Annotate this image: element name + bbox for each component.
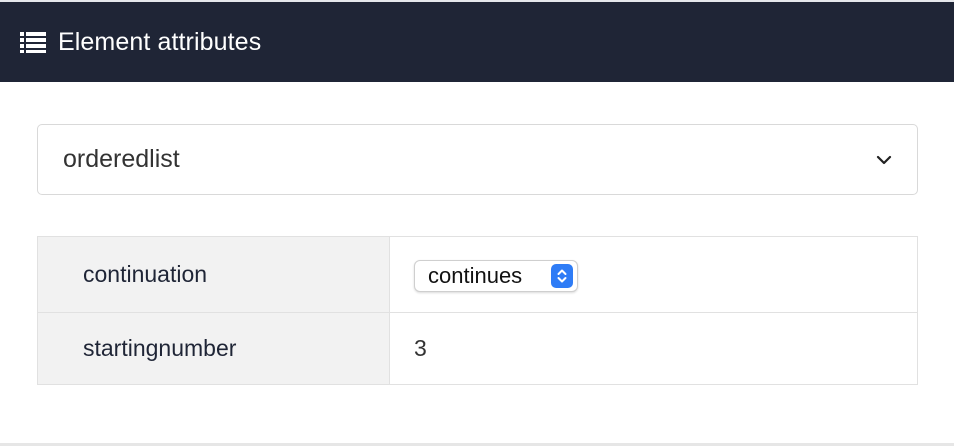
startingnumber-value[interactable]: 3	[389, 312, 918, 385]
element-type-select[interactable]: orderedlist	[37, 124, 918, 195]
table-row: startingnumber 3	[37, 312, 918, 385]
panel-header: Element attributes	[0, 0, 954, 82]
continuation-select[interactable]: continues	[414, 259, 578, 292]
attribute-name: startingnumber	[37, 312, 390, 385]
panel-title: Element attributes	[58, 27, 262, 56]
table-row: continuation continues	[37, 236, 918, 313]
continuation-value: continues	[428, 262, 523, 288]
attributes-table: continuation continues startingnumber 3	[37, 236, 918, 385]
attribute-value-cell: continues	[389, 236, 918, 313]
element-type-value: orderedlist	[63, 145, 180, 173]
list-icon	[20, 31, 46, 53]
updown-chevron-icon	[551, 263, 573, 288]
chevron-down-icon	[875, 151, 893, 169]
attribute-name: continuation	[37, 236, 390, 313]
